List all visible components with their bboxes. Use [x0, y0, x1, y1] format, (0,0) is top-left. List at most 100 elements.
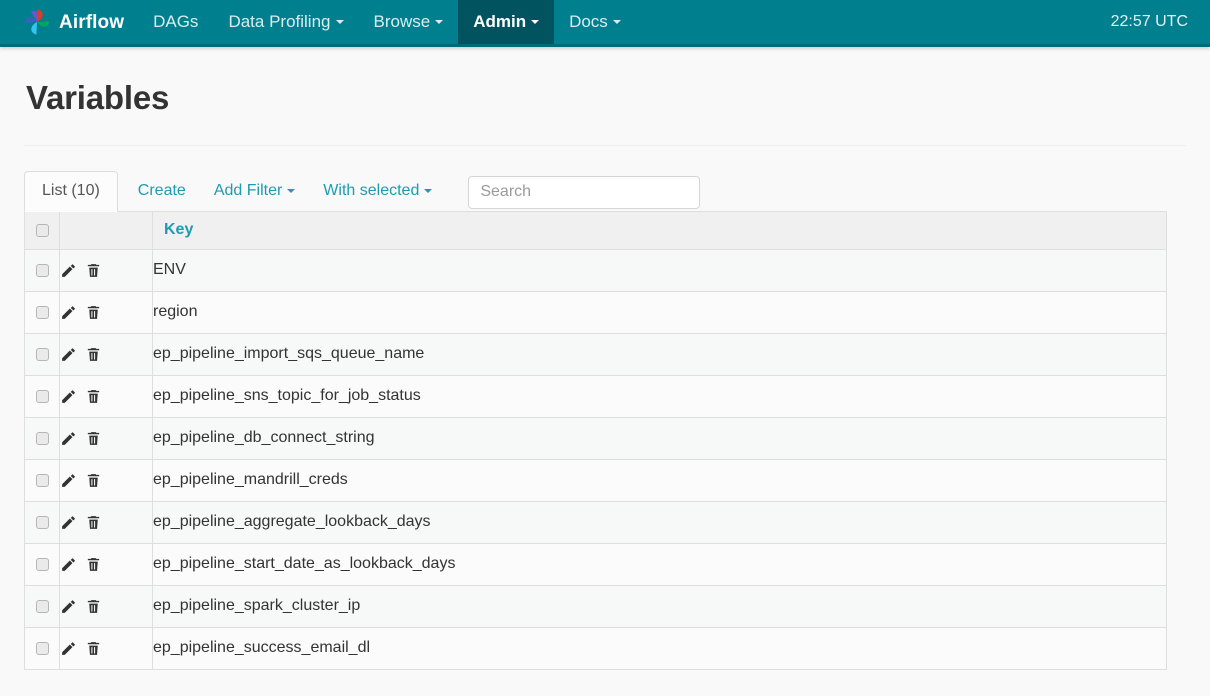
- nav-item-data-profiling[interactable]: Data Profiling: [213, 0, 358, 44]
- add-filter-dropdown[interactable]: Add Filter: [200, 172, 309, 211]
- nav-item-label: Data Profiling: [228, 12, 331, 31]
- select-all-header: [24, 210, 60, 250]
- row-select-cell: [24, 626, 60, 670]
- with-selected-label: With selected: [323, 181, 420, 199]
- key-column-header[interactable]: Key: [152, 210, 1167, 250]
- brand-home-link[interactable]: Airflow: [0, 0, 138, 44]
- row-actions-cell: [59, 374, 153, 418]
- row-key-cell: ep_pipeline_spark_cluster_ip: [152, 584, 1167, 628]
- row-checkbox[interactable]: [35, 641, 49, 655]
- tab-list-label: List (10): [42, 181, 100, 199]
- pencil-icon[interactable]: [60, 556, 77, 573]
- pencil-icon[interactable]: [60, 388, 77, 405]
- pencil-icon[interactable]: [60, 472, 77, 489]
- actions-header: [59, 210, 153, 250]
- chevron-down-icon: [335, 20, 344, 24]
- row-select-cell: [24, 500, 60, 544]
- row-select-cell: [24, 584, 60, 628]
- top-navbar: Airflow DAGs Data Profiling Browse Admin…: [0, 0, 1210, 47]
- row-actions-cell: [59, 584, 153, 628]
- trash-icon[interactable]: [85, 472, 102, 489]
- table-row: ep_pipeline_db_connect_string: [24, 416, 1167, 460]
- row-key-cell: ep_pipeline_import_sqs_queue_name: [152, 332, 1167, 376]
- nav-item-admin[interactable]: Admin: [458, 0, 555, 44]
- trash-icon[interactable]: [85, 262, 102, 279]
- key-header-label: Key: [164, 221, 194, 239]
- page-container: Variables List (10) Create Add Filter Wi…: [0, 79, 1210, 670]
- row-checkbox[interactable]: [35, 389, 49, 403]
- table-row: ENV: [24, 248, 1167, 292]
- trash-icon[interactable]: [85, 556, 102, 573]
- search-wrapper: [468, 175, 701, 211]
- table-row: ep_pipeline_aggregate_lookback_days: [24, 500, 1167, 544]
- row-actions-cell: [59, 332, 153, 376]
- pencil-icon[interactable]: [60, 304, 77, 321]
- trash-icon[interactable]: [85, 304, 102, 321]
- row-checkbox[interactable]: [35, 557, 49, 571]
- row-select-cell: [24, 248, 60, 292]
- chevron-down-icon: [531, 20, 540, 24]
- row-actions-cell: [59, 416, 153, 460]
- row-select-cell: [24, 332, 60, 376]
- trash-icon[interactable]: [85, 640, 102, 657]
- row-select-cell: [24, 542, 60, 586]
- pencil-icon[interactable]: [60, 262, 77, 279]
- table-row: ep_pipeline_start_date_as_lookback_days: [24, 542, 1167, 586]
- page-title: Variables: [26, 79, 170, 116]
- pencil-icon[interactable]: [60, 514, 77, 531]
- with-selected-dropdown[interactable]: With selected: [309, 172, 446, 211]
- trash-icon[interactable]: [85, 346, 102, 363]
- table-row: ep_pipeline_sns_topic_for_job_status: [24, 374, 1167, 418]
- table-header-row: Key: [24, 210, 1167, 250]
- title-divider: [24, 144, 1186, 146]
- nav-item-label: Docs: [569, 12, 608, 31]
- table-row: ep_pipeline_import_sqs_queue_name: [24, 332, 1167, 376]
- row-checkbox[interactable]: [35, 347, 49, 361]
- pencil-icon[interactable]: [60, 598, 77, 615]
- select-all-checkbox[interactable]: [35, 223, 49, 237]
- row-select-cell: [24, 416, 60, 460]
- row-checkbox[interactable]: [35, 305, 49, 319]
- brand-label: Airflow: [59, 11, 125, 33]
- chevron-down-icon: [435, 20, 444, 24]
- row-checkbox[interactable]: [35, 431, 49, 445]
- row-checkbox[interactable]: [35, 263, 49, 277]
- list-toolbar: List (10) Create Add Filter With selecte…: [24, 167, 1186, 212]
- trash-icon[interactable]: [85, 514, 102, 531]
- table-row: ep_pipeline_spark_cluster_ip: [24, 584, 1167, 628]
- row-key-cell: ep_pipeline_aggregate_lookback_days: [152, 500, 1167, 544]
- trash-icon[interactable]: [85, 430, 102, 447]
- row-select-cell: [24, 290, 60, 334]
- pencil-icon[interactable]: [60, 640, 77, 657]
- nav-item-dags[interactable]: DAGs: [138, 0, 213, 44]
- trash-icon[interactable]: [85, 388, 102, 405]
- pencil-icon[interactable]: [60, 430, 77, 447]
- nav-item-docs[interactable]: Docs: [554, 0, 636, 44]
- row-key-cell: ep_pipeline_mandrill_creds: [152, 458, 1167, 502]
- create-label: Create: [137, 181, 186, 199]
- trash-icon[interactable]: [85, 598, 102, 615]
- row-key-cell: ENV: [152, 248, 1167, 292]
- utc-clock: 22:57 UTC: [1089, 0, 1210, 44]
- row-checkbox[interactable]: [35, 473, 49, 487]
- nav-item-browse[interactable]: Browse: [359, 0, 459, 44]
- table-row: ep_pipeline_mandrill_creds: [24, 458, 1167, 502]
- search-input[interactable]: [468, 175, 701, 209]
- row-key-cell: ep_pipeline_success_email_dl: [152, 626, 1167, 670]
- row-key-cell: ep_pipeline_start_date_as_lookback_days: [152, 542, 1167, 586]
- row-checkbox[interactable]: [35, 515, 49, 529]
- chevron-down-icon: [612, 20, 621, 24]
- nav-item-label: Browse: [373, 12, 431, 31]
- row-key-cell: ep_pipeline_sns_topic_for_job_status: [152, 374, 1167, 418]
- variables-table-wrapper: Key ENV region ep_pipeline_import_sqs_queu…: [24, 210, 1186, 670]
- add-filter-label: Add Filter: [213, 181, 283, 199]
- airflow-pinwheel-logo-icon: [22, 7, 52, 37]
- create-button[interactable]: Create: [124, 172, 200, 211]
- table-head: Key: [24, 210, 1167, 250]
- row-actions-cell: [59, 626, 153, 670]
- row-actions-cell: [59, 500, 153, 544]
- pencil-icon[interactable]: [60, 346, 77, 363]
- tab-list[interactable]: List (10): [24, 170, 118, 212]
- row-checkbox[interactable]: [35, 599, 49, 613]
- row-select-cell: [24, 458, 60, 502]
